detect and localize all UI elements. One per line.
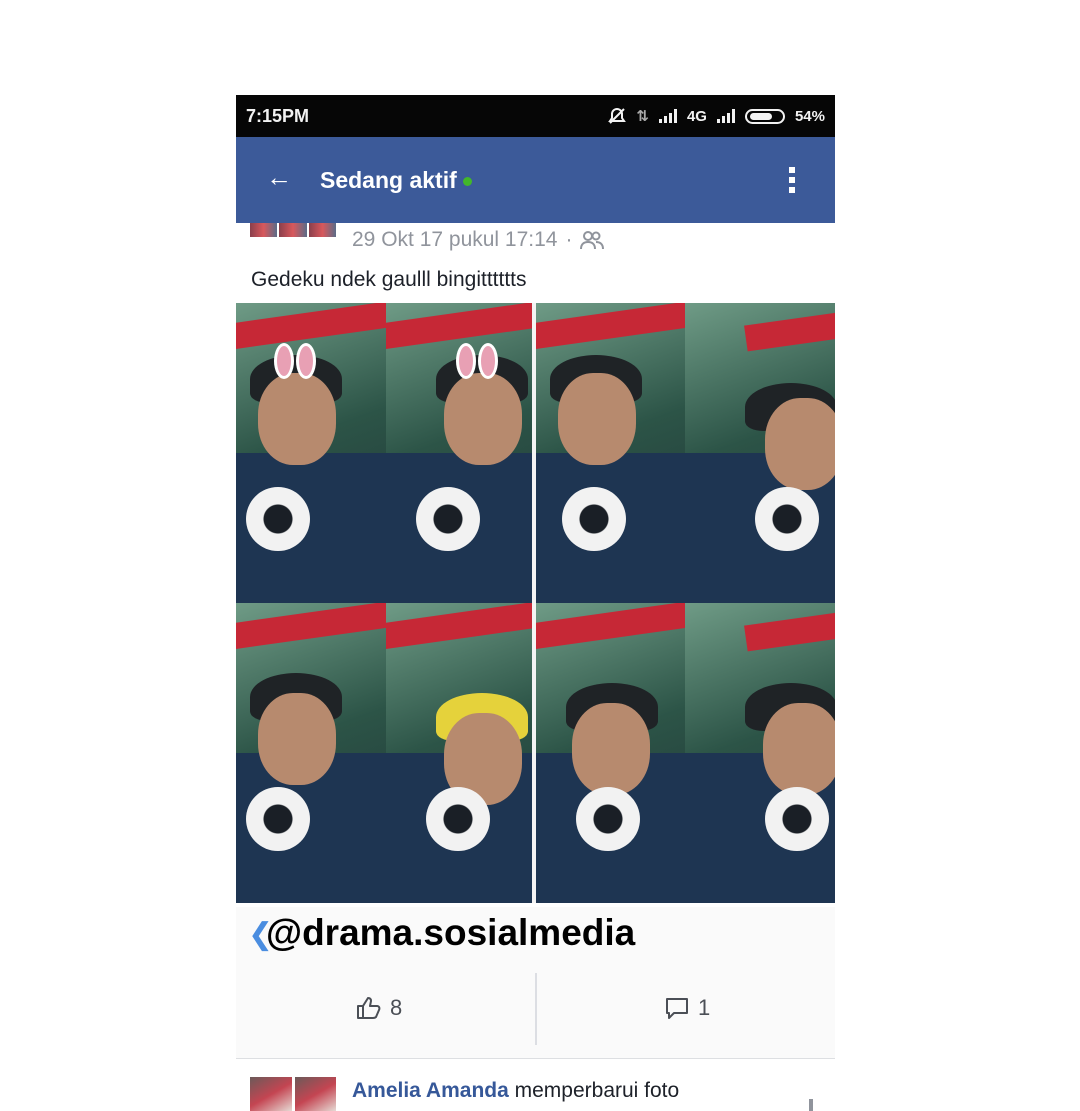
- network-label: 4G: [686, 107, 707, 125]
- post-meta: 29 Okt 17 pukul 17:14 ·: [352, 228, 605, 252]
- action-divider: [535, 973, 537, 1045]
- collage-photo: [535, 303, 686, 603]
- status-bar: 7:15PM ⇅ 4G 54%: [236, 95, 835, 137]
- avatar[interactable]: [250, 1077, 336, 1111]
- collage-photo: [236, 303, 386, 603]
- avatar[interactable]: [250, 223, 336, 237]
- collage-photo: [535, 603, 686, 903]
- like-button[interactable]: 8: [356, 995, 402, 1021]
- signal-icon: [658, 109, 677, 123]
- data-arrows-icon: ⇅: [636, 108, 649, 125]
- comment-count: 1: [698, 995, 711, 1020]
- more-vert-icon[interactable]: [789, 167, 797, 197]
- collage-photo: [236, 603, 386, 903]
- battery-icon: [744, 108, 785, 124]
- more-vert-icon[interactable]: [809, 1099, 813, 1111]
- meta-separator: ·: [565, 228, 573, 251]
- status-time: 7:15PM: [246, 106, 310, 126]
- status-icons: ⇅ 4G 54%: [608, 107, 825, 125]
- comment-bubble-icon: [666, 998, 688, 1019]
- battery-percent: 54%: [794, 107, 825, 125]
- post-action-text: memperbarui foto: [514, 1079, 680, 1102]
- comment-button[interactable]: 1: [664, 995, 710, 1021]
- post-timestamp[interactable]: 29 Okt 17 pukul 17:14: [352, 228, 557, 252]
- watermark-text: @drama.sosialmedia: [266, 912, 636, 953]
- phone-screen: 7:15PM ⇅ 4G 54% ← Sedang aktif 29 Okt 17…: [236, 95, 835, 1111]
- app-header: ← Sedang aktif: [236, 137, 835, 223]
- post-card: 29 Okt 17 pukul 17:14 · Gedeku ndek gaul…: [236, 223, 835, 1058]
- header-title: Sedang aktif: [320, 167, 472, 194]
- back-arrow-icon[interactable]: ←: [266, 162, 292, 192]
- watermark-row: ❮ @drama.sosialmedia: [236, 907, 835, 973]
- author-name[interactable]: Amelia Amanda: [352, 1079, 509, 1102]
- like-count: 8: [390, 995, 403, 1020]
- collage-photo: [385, 303, 536, 603]
- action-bar: 8 1: [236, 973, 835, 1058]
- like-thumb-icon: [357, 997, 381, 1019]
- header-title-text: Sedang aktif: [320, 167, 457, 193]
- signal-icon-2: [716, 109, 735, 123]
- friends-audience-icon: [580, 231, 605, 250]
- collage-photo: [685, 603, 835, 903]
- post-text: Gedeku ndek gaulll bingitttttts: [251, 268, 527, 291]
- collage-photo: [685, 303, 835, 603]
- online-dot-icon: [462, 177, 472, 187]
- next-post-header: Amelia Amanda memperbarui foto: [352, 1079, 679, 1103]
- next-post-preview: Amelia Amanda memperbarui foto: [236, 1058, 835, 1111]
- collage-photo: [385, 603, 536, 903]
- photo-collage[interactable]: [236, 303, 835, 903]
- silent-icon: [608, 107, 627, 124]
